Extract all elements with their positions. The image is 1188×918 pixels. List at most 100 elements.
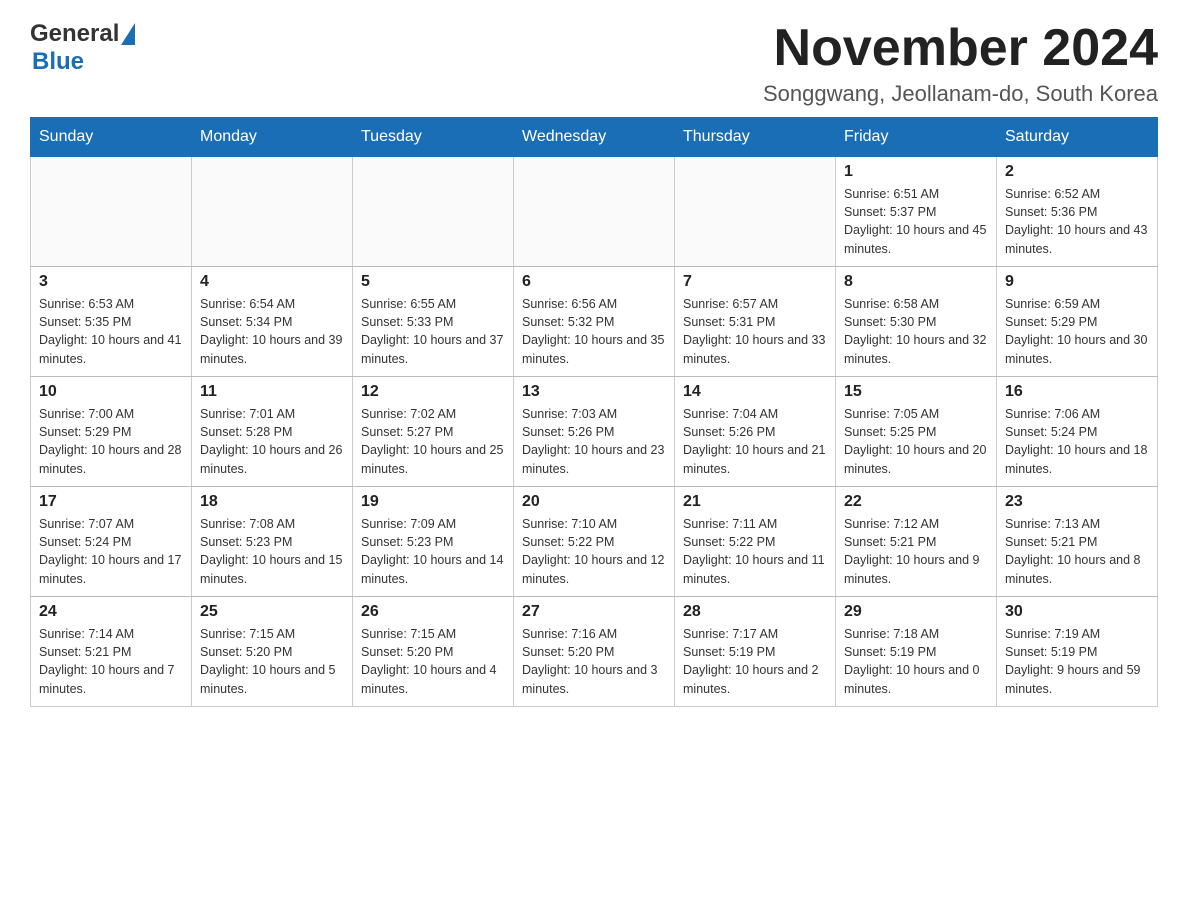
day-number: 28 — [683, 603, 827, 621]
calendar-day: 15 Sunrise: 7:05 AMSunset: 5:25 PMDayligh… — [836, 377, 997, 487]
day-number: 3 — [39, 273, 183, 291]
day-info: Sunrise: 7:05 AMSunset: 5:25 PMDaylight:… — [844, 405, 988, 478]
day-info: Sunrise: 7:14 AMSunset: 5:21 PMDaylight:… — [39, 625, 183, 698]
day-number: 1 — [844, 163, 988, 181]
weekday-header-wednesday: Wednesday — [514, 118, 675, 157]
calendar-day: 24 Sunrise: 7:14 AMSunset: 5:21 PMDayligh… — [31, 597, 192, 707]
calendar-day: 11 Sunrise: 7:01 AMSunset: 5:28 PMDayligh… — [192, 377, 353, 487]
day-number: 10 — [39, 383, 183, 401]
calendar-header-row: SundayMondayTuesdayWednesdayThursdayFrid… — [31, 118, 1158, 157]
day-info: Sunrise: 6:58 AMSunset: 5:30 PMDaylight:… — [844, 295, 988, 368]
day-info: Sunrise: 6:53 AMSunset: 5:35 PMDaylight:… — [39, 295, 183, 368]
calendar-day: 16 Sunrise: 7:06 AMSunset: 5:24 PMDayligh… — [997, 377, 1158, 487]
calendar-day: 19 Sunrise: 7:09 AMSunset: 5:23 PMDayligh… — [353, 487, 514, 597]
day-number: 7 — [683, 273, 827, 291]
day-info: Sunrise: 7:06 AMSunset: 5:24 PMDaylight:… — [1005, 405, 1149, 478]
day-number: 21 — [683, 493, 827, 511]
day-number: 6 — [522, 273, 666, 291]
weekday-header-tuesday: Tuesday — [353, 118, 514, 157]
calendar-day: 7 Sunrise: 6:57 AMSunset: 5:31 PMDaylight… — [675, 267, 836, 377]
calendar-week-3: 10 Sunrise: 7:00 AMSunset: 5:29 PMDayligh… — [31, 377, 1158, 487]
calendar-day: 29 Sunrise: 7:18 AMSunset: 5:19 PMDayligh… — [836, 597, 997, 707]
day-info: Sunrise: 7:19 AMSunset: 5:19 PMDaylight:… — [1005, 625, 1149, 698]
calendar-day: 3 Sunrise: 6:53 AMSunset: 5:35 PMDaylight… — [31, 267, 192, 377]
calendar-day: 5Sunrise: 6:55 AMSunset: 5:33 PMDaylight… — [353, 267, 514, 377]
day-info: Sunrise: 7:02 AMSunset: 5:27 PMDaylight:… — [361, 405, 505, 478]
calendar-day: 9Sunrise: 6:59 AMSunset: 5:29 PMDaylight… — [997, 267, 1158, 377]
day-number: 29 — [844, 603, 988, 621]
calendar-body: 1 Sunrise: 6:51 AMSunset: 5:37 PMDaylight… — [31, 157, 1158, 707]
day-info: Sunrise: 7:07 AMSunset: 5:24 PMDaylight:… — [39, 515, 183, 588]
day-number: 15 — [844, 383, 988, 401]
title-section: November 2024 Songgwang, Jeollanam-do, S… — [763, 20, 1158, 107]
day-info: Sunrise: 7:09 AMSunset: 5:23 PMDaylight:… — [361, 515, 505, 588]
day-number: 5 — [361, 273, 505, 291]
day-number: 16 — [1005, 383, 1149, 401]
calendar-table: SundayMondayTuesdayWednesdayThursdayFrid… — [30, 117, 1158, 707]
day-info: Sunrise: 6:52 AMSunset: 5:36 PMDaylight:… — [1005, 185, 1149, 258]
calendar-day: 14Sunrise: 7:04 AMSunset: 5:26 PMDayligh… — [675, 377, 836, 487]
day-info: Sunrise: 7:11 AMSunset: 5:22 PMDaylight:… — [683, 515, 827, 588]
day-info: Sunrise: 7:01 AMSunset: 5:28 PMDaylight:… — [200, 405, 344, 478]
day-number: 18 — [200, 493, 344, 511]
calendar-week-2: 3 Sunrise: 6:53 AMSunset: 5:35 PMDaylight… — [31, 267, 1158, 377]
day-info: Sunrise: 7:15 AMSunset: 5:20 PMDaylight:… — [361, 625, 505, 698]
calendar-day: 22 Sunrise: 7:12 AMSunset: 5:21 PMDayligh… — [836, 487, 997, 597]
day-number: 24 — [39, 603, 183, 621]
day-info: Sunrise: 7:10 AMSunset: 5:22 PMDaylight:… — [522, 515, 666, 588]
calendar-day: 23Sunrise: 7:13 AMSunset: 5:21 PMDayligh… — [997, 487, 1158, 597]
day-info: Sunrise: 6:56 AMSunset: 5:32 PMDaylight:… — [522, 295, 666, 368]
day-number: 22 — [844, 493, 988, 511]
day-number: 8 — [844, 273, 988, 291]
calendar-day — [675, 157, 836, 267]
day-info: Sunrise: 6:54 AMSunset: 5:34 PMDaylight:… — [200, 295, 344, 368]
calendar-day: 25 Sunrise: 7:15 AMSunset: 5:20 PMDayligh… — [192, 597, 353, 707]
day-info: Sunrise: 7:08 AMSunset: 5:23 PMDaylight:… — [200, 515, 344, 588]
logo-triangle-icon — [121, 23, 135, 45]
day-info: Sunrise: 6:51 AMSunset: 5:37 PMDaylight:… — [844, 185, 988, 258]
weekday-header-thursday: Thursday — [675, 118, 836, 157]
logo-general-text: General — [30, 20, 119, 48]
day-info: Sunrise: 6:57 AMSunset: 5:31 PMDaylight:… — [683, 295, 827, 368]
day-number: 19 — [361, 493, 505, 511]
day-info: Sunrise: 7:13 AMSunset: 5:21 PMDaylight:… — [1005, 515, 1149, 588]
weekday-header-sunday: Sunday — [31, 118, 192, 157]
main-title: November 2024 — [763, 20, 1158, 77]
weekday-header-monday: Monday — [192, 118, 353, 157]
logo: General Blue — [30, 20, 135, 76]
calendar-day: 12 Sunrise: 7:02 AMSunset: 5:27 PMDayligh… — [353, 377, 514, 487]
calendar-day: 13 Sunrise: 7:03 AMSunset: 5:26 PMDayligh… — [514, 377, 675, 487]
calendar-day: 27 Sunrise: 7:16 AMSunset: 5:20 PMDayligh… — [514, 597, 675, 707]
day-number: 17 — [39, 493, 183, 511]
day-info: Sunrise: 6:59 AMSunset: 5:29 PMDaylight:… — [1005, 295, 1149, 368]
calendar-day: 6 Sunrise: 6:56 AMSunset: 5:32 PMDaylight… — [514, 267, 675, 377]
day-number: 12 — [361, 383, 505, 401]
day-info: Sunrise: 7:00 AMSunset: 5:29 PMDaylight:… — [39, 405, 183, 478]
day-number: 30 — [1005, 603, 1149, 621]
day-number: 11 — [200, 383, 344, 401]
calendar-day — [192, 157, 353, 267]
calendar-day: 10 Sunrise: 7:00 AMSunset: 5:29 PMDayligh… — [31, 377, 192, 487]
day-info: Sunrise: 7:18 AMSunset: 5:19 PMDaylight:… — [844, 625, 988, 698]
weekday-header-saturday: Saturday — [997, 118, 1158, 157]
day-number: 25 — [200, 603, 344, 621]
day-number: 2 — [1005, 163, 1149, 181]
calendar-day: 26Sunrise: 7:15 AMSunset: 5:20 PMDayligh… — [353, 597, 514, 707]
day-number: 13 — [522, 383, 666, 401]
day-info: Sunrise: 7:12 AMSunset: 5:21 PMDaylight:… — [844, 515, 988, 588]
calendar-day: 18 Sunrise: 7:08 AMSunset: 5:23 PMDayligh… — [192, 487, 353, 597]
day-number: 14 — [683, 383, 827, 401]
day-info: Sunrise: 7:16 AMSunset: 5:20 PMDaylight:… — [522, 625, 666, 698]
calendar-week-1: 1 Sunrise: 6:51 AMSunset: 5:37 PMDaylight… — [31, 157, 1158, 267]
day-number: 20 — [522, 493, 666, 511]
day-number: 27 — [522, 603, 666, 621]
calendar-week-5: 24 Sunrise: 7:14 AMSunset: 5:21 PMDayligh… — [31, 597, 1158, 707]
day-number: 4 — [200, 273, 344, 291]
day-info: Sunrise: 7:15 AMSunset: 5:20 PMDaylight:… — [200, 625, 344, 698]
calendar-day: 4 Sunrise: 6:54 AMSunset: 5:34 PMDaylight… — [192, 267, 353, 377]
calendar-day: 20 Sunrise: 7:10 AMSunset: 5:22 PMDayligh… — [514, 487, 675, 597]
day-info: Sunrise: 7:17 AMSunset: 5:19 PMDaylight:… — [683, 625, 827, 698]
day-info: Sunrise: 7:03 AMSunset: 5:26 PMDaylight:… — [522, 405, 666, 478]
calendar-day — [514, 157, 675, 267]
calendar-day: 17 Sunrise: 7:07 AMSunset: 5:24 PMDayligh… — [31, 487, 192, 597]
